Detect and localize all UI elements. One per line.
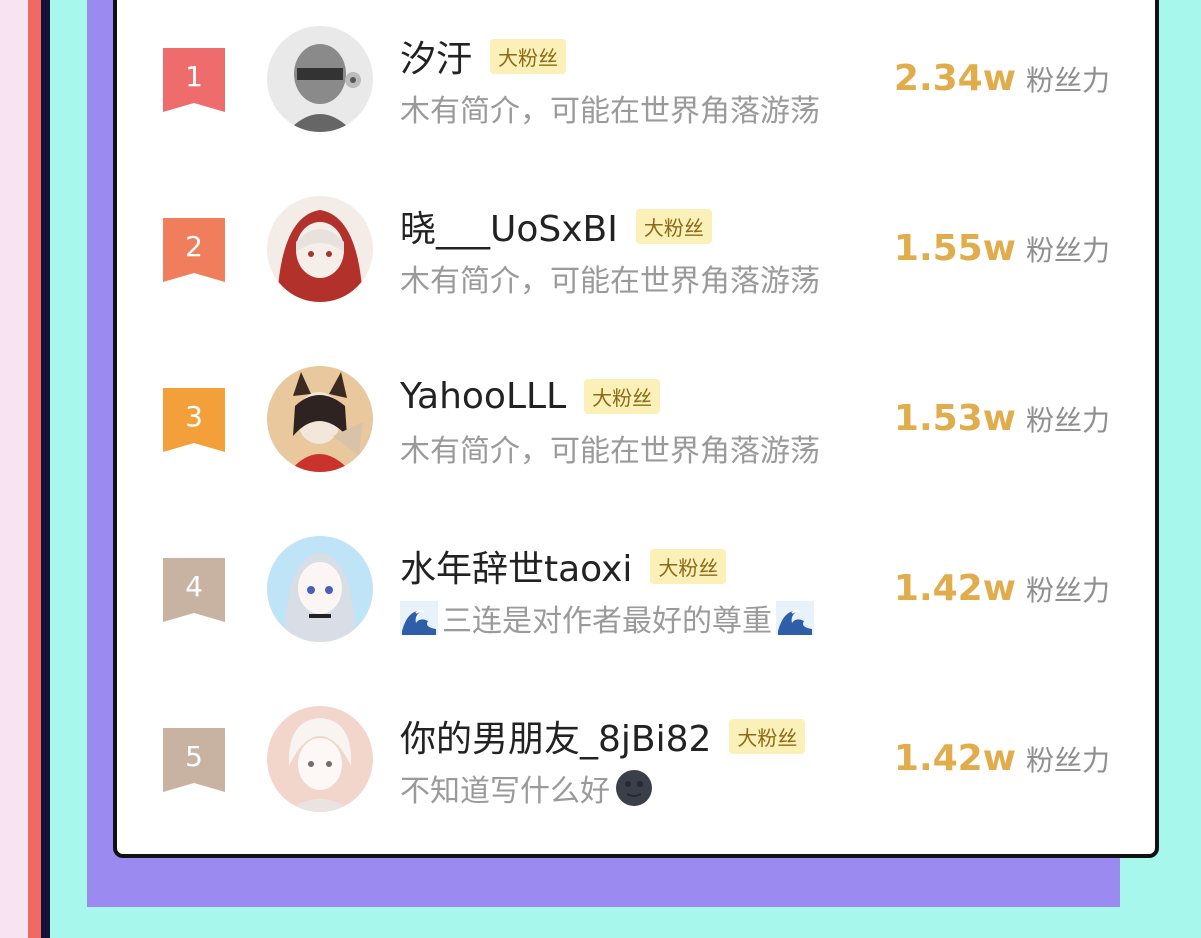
- decor-stripe-navy: [41, 0, 50, 938]
- rank-ribbon: 4: [163, 558, 225, 622]
- fan-power-label: 粉丝力: [1025, 744, 1110, 777]
- bio-text: 木有简介，可能在世界角落游荡: [400, 94, 820, 129]
- new-moon-icon: [616, 770, 652, 806]
- ranking-row[interactable]: 3 YahooLLL 大粉丝 木有简介，可能在世界角落游荡 1.53w 粉丝力: [117, 362, 1155, 512]
- avatar[interactable]: [267, 536, 373, 642]
- wave-icon: [776, 601, 814, 635]
- fan-power-score: 1.42w: [893, 568, 1016, 609]
- rank-ribbon: 3: [163, 388, 225, 452]
- user-bio: 木有简介，可能在世界角落游荡: [400, 256, 820, 300]
- fan-power-label: 粉丝力: [1025, 574, 1110, 607]
- fan-ranking-panel: 1 汐汙 大粉丝 木有简介，可能在世界角落游荡 2.34w 粉丝力 2 晓___…: [113, 0, 1159, 858]
- decor-stripe-aqua: [50, 0, 87, 938]
- ranking-row[interactable]: 5 你的男朋友_8jBi82 大粉丝 不知道写什么好 1.42w 粉丝力: [117, 702, 1155, 852]
- bio-text: 木有简介，可能在世界角落游荡: [400, 434, 820, 469]
- wave-icon: [400, 601, 438, 635]
- fan-power-score: 1.55w: [893, 228, 1016, 269]
- avatar[interactable]: [267, 366, 373, 472]
- fan-power-score: 1.42w: [893, 738, 1016, 779]
- avatar[interactable]: [267, 26, 373, 132]
- fan-power-label: 粉丝力: [1025, 64, 1110, 97]
- rank-ribbon: 5: [163, 728, 225, 792]
- fan-power-score: 1.53w: [893, 398, 1016, 439]
- fan-power-label: 粉丝力: [1025, 234, 1110, 267]
- username[interactable]: 晓___UoSxBI: [400, 200, 618, 252]
- decor-stripe-pink: [0, 0, 28, 938]
- fan-power-label: 粉丝力: [1025, 404, 1110, 437]
- decor-stripe-red: [28, 0, 41, 938]
- ranking-row[interactable]: 2 晓___UoSxBI 大粉丝 木有简介，可能在世界角落游荡 1.55w 粉丝…: [117, 192, 1155, 342]
- username[interactable]: YahooLLL: [400, 376, 566, 417]
- rank-ribbon: 1: [163, 48, 225, 112]
- ranking-row[interactable]: 1 汐汙 大粉丝 木有简介，可能在世界角落游荡 2.34w 粉丝力: [117, 22, 1155, 172]
- fan-level-badge: 大粉丝: [650, 548, 727, 584]
- avatar[interactable]: [267, 706, 373, 812]
- user-bio: 不知道写什么好: [400, 766, 654, 810]
- bio-text: 木有简介，可能在世界角落游荡: [400, 264, 820, 299]
- fan-level-badge: 大粉丝: [729, 718, 806, 754]
- fan-level-badge: 大粉丝: [635, 208, 712, 244]
- fan-power-score: 2.34w: [893, 58, 1016, 99]
- username[interactable]: 你的男朋友_8jBi82: [400, 710, 711, 762]
- bio-text: 不知道写什么好: [400, 774, 610, 809]
- username[interactable]: 水年辞世taoxi: [400, 540, 632, 592]
- username[interactable]: 汐汙: [400, 30, 472, 82]
- rank-ribbon: 2: [163, 218, 225, 282]
- user-bio: 三连是对作者最好的尊重: [400, 596, 814, 640]
- bio-text: 三连是对作者最好的尊重: [442, 604, 772, 639]
- ranking-row[interactable]: 4 水年辞世taoxi 大粉丝 三连是对作者最好的尊重 1.42w 粉丝力: [117, 532, 1155, 682]
- avatar[interactable]: [267, 196, 373, 302]
- fan-level-badge: 大粉丝: [490, 38, 567, 74]
- fan-level-badge: 大粉丝: [584, 378, 661, 414]
- user-bio: 木有简介，可能在世界角落游荡: [400, 426, 820, 470]
- user-bio: 木有简介，可能在世界角落游荡: [400, 86, 820, 130]
